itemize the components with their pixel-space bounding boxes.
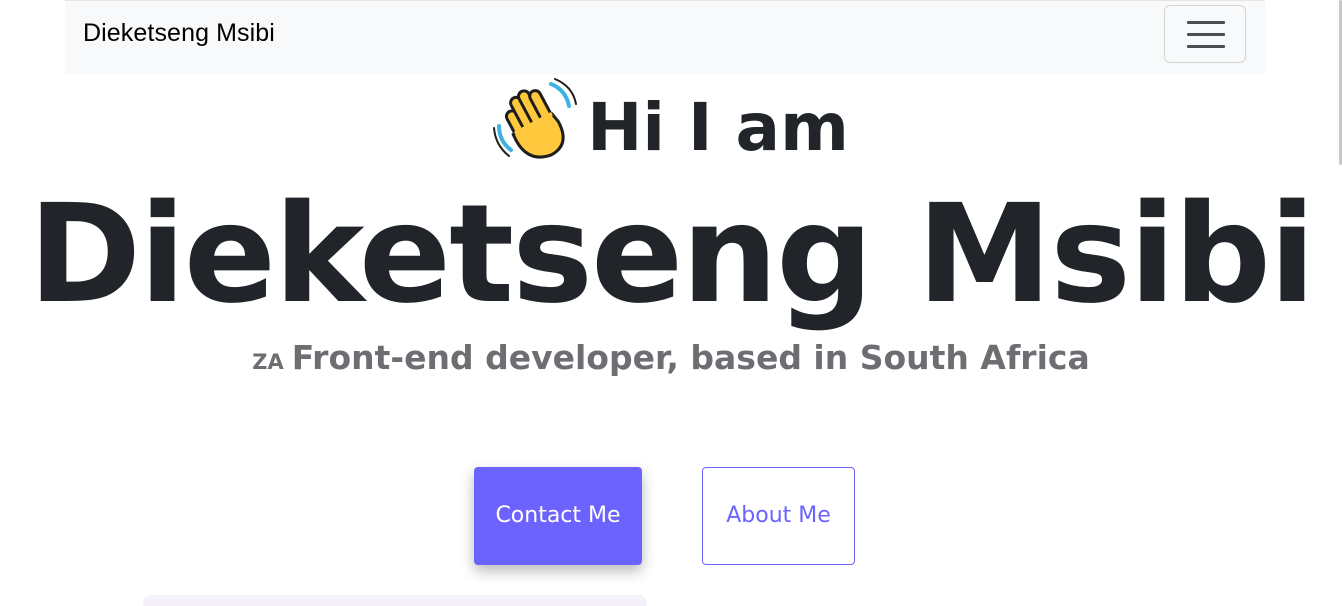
scrollbar[interactable] [1338, 0, 1342, 606]
bottom-card [143, 595, 647, 606]
page: Dieketseng Msibi Hi I am Dieketseng Msib… [0, 0, 1342, 606]
greeting-heading: Hi I am [0, 78, 1342, 174]
waving-hand-icon [493, 78, 578, 159]
hero-name-heading: Dieketseng Msibi [28, 176, 1315, 334]
about-me-button[interactable]: About Me [702, 467, 855, 565]
navbar-brand[interactable]: Dieketseng Msibi [83, 19, 275, 48]
contact-me-button[interactable]: Contact Me [474, 467, 642, 565]
navbar: Dieketseng Msibi [65, 0, 1265, 74]
navbar-toggler-button[interactable] [1164, 5, 1246, 63]
greeting-text: Hi I am [587, 89, 849, 166]
subtitle-text: Front-end developer, based in South Afri… [291, 338, 1090, 377]
flag-code-label: ZA [252, 350, 284, 374]
hero-subtitle: ZA Front-end developer, based in South Af… [0, 336, 1342, 384]
